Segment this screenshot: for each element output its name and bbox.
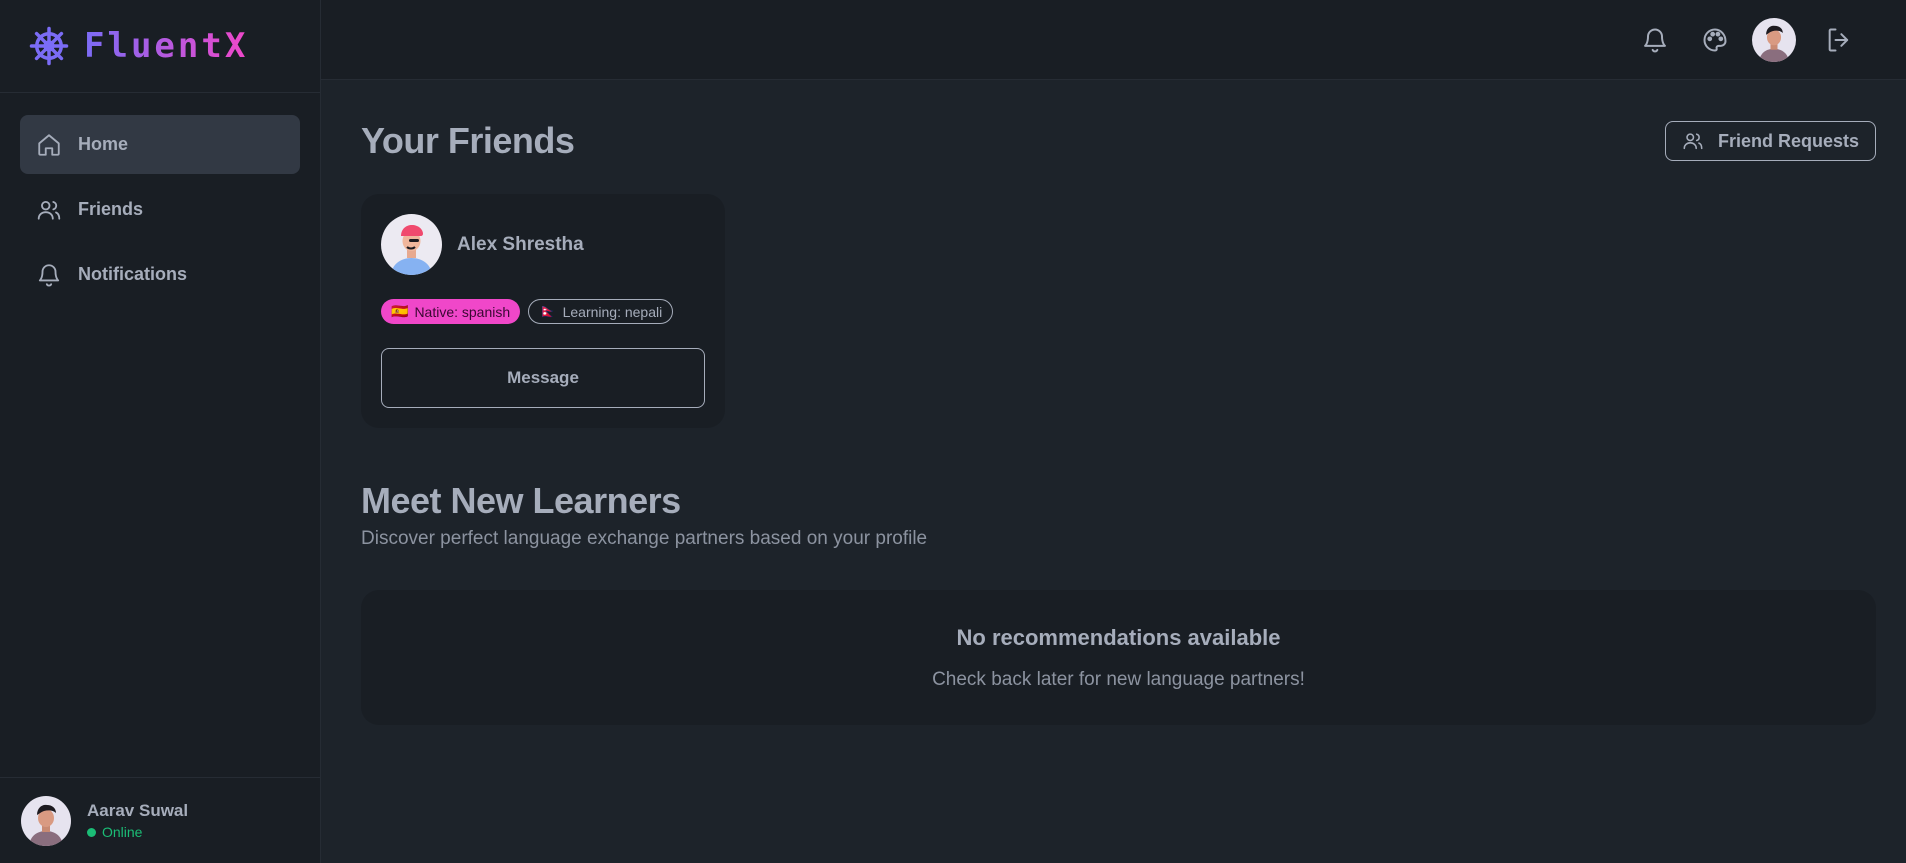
sidebar-item-friends[interactable]: Friends [20, 180, 300, 239]
sidebar: FluentX Home Friends Notifications Aarav… [0, 0, 321, 863]
message-button[interactable]: Message [381, 348, 705, 408]
friend-requests-button[interactable]: Friend Requests [1664, 121, 1876, 161]
sidebar-item-label: Friends [78, 199, 144, 219]
current-user[interactable]: Aarav Suwal Online [0, 777, 320, 863]
logout-button[interactable] [1822, 23, 1856, 57]
status-badge: Online [87, 824, 188, 840]
friend-name: Alex Shrestha [457, 233, 584, 255]
sidebar-item-notifications[interactable]: Notifications [20, 245, 300, 304]
spain-flag-icon: 🇪🇸 [391, 303, 409, 319]
online-dot-icon [87, 827, 96, 837]
logout-icon [1828, 28, 1849, 51]
learning-language-label: Learning: nepali [562, 303, 663, 320]
avatar[interactable] [1752, 17, 1796, 62]
nepal-flag-icon: 🇳🇵 [539, 303, 557, 319]
friend-requests-label: Friend Requests [1717, 130, 1859, 151]
brand-name: FluentX [84, 26, 249, 66]
topbar [321, 0, 1906, 80]
empty-state-text: Check back later for new language partne… [932, 668, 1305, 690]
section-title: Meet New Learners [361, 480, 681, 521]
avatar[interactable] [21, 795, 71, 846]
sidebar-item-home[interactable]: Home [20, 115, 300, 174]
sidebar-item-label: Notifications [78, 264, 188, 284]
friends-header: Your Friends Friend Requests [361, 120, 1876, 162]
friend-header: Alex Shrestha [381, 214, 705, 275]
bell-icon [38, 263, 60, 286]
avatar[interactable] [381, 214, 442, 275]
main-content: Your Friends Friend Requests Alex Shrest… [361, 80, 1876, 725]
notifications-button[interactable] [1638, 23, 1672, 57]
page-title: Your Friends [361, 120, 575, 161]
sidebar-nav: Home Friends Notifications [0, 93, 320, 326]
section-subtitle: Discover perfect language exchange partn… [361, 528, 928, 549]
home-icon [38, 133, 60, 156]
user-meta: Aarav Suwal Online [87, 801, 188, 840]
ship-wheel-icon [29, 26, 69, 66]
users-icon [1683, 133, 1703, 150]
brand[interactable]: FluentX [0, 0, 320, 93]
theme-button[interactable] [1698, 23, 1732, 57]
users-icon [37, 200, 61, 220]
native-language-badge: 🇪🇸 Native: spanish [381, 299, 521, 324]
learners-header: Meet New Learners Discover perfect langu… [361, 480, 1876, 550]
empty-state-card: No recommendations available Check back … [361, 590, 1876, 725]
bell-icon [1644, 28, 1666, 52]
user-name: Aarav Suwal [87, 801, 189, 820]
language-badges: 🇪🇸 Native: spanish 🇳🇵 Learning: nepali [381, 299, 705, 324]
sidebar-item-label: Home [78, 134, 129, 154]
palette-icon [1703, 28, 1727, 51]
learning-language-badge: 🇳🇵 Learning: nepali [528, 299, 674, 324]
friend-card: Alex Shrestha 🇪🇸 Native: spanish 🇳🇵 Lear… [361, 194, 725, 428]
status-text: Online [102, 824, 143, 840]
native-language-label: Native: spanish [414, 303, 511, 320]
empty-state-title: No recommendations available [956, 624, 1281, 650]
